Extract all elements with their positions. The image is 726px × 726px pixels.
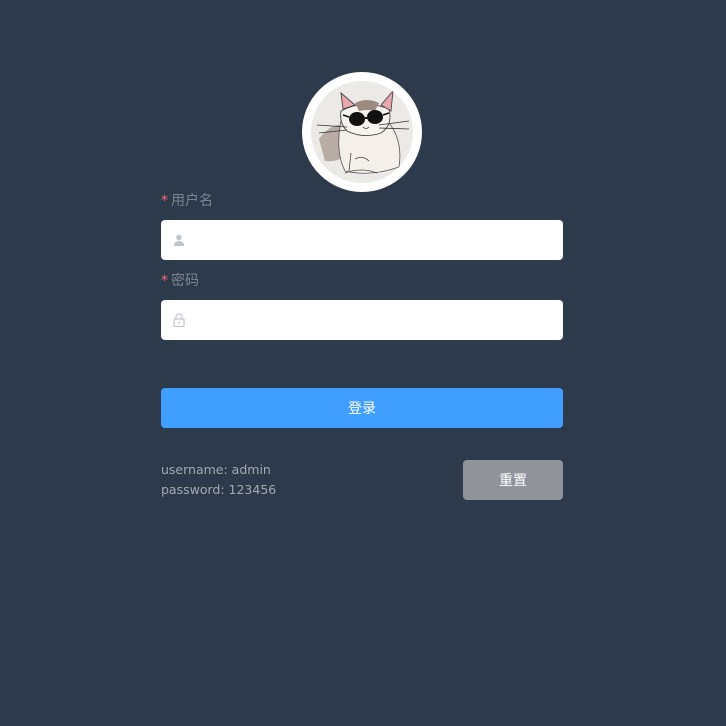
password-label-text: 密码 — [171, 273, 199, 289]
reset-button[interactable]: 重置 — [463, 460, 563, 500]
lock-icon — [161, 313, 197, 327]
username-hint: username: admin — [161, 462, 271, 477]
cat-avatar-image — [311, 81, 413, 183]
required-mark: * — [161, 193, 168, 209]
password-label: * 密码 — [161, 270, 199, 292]
user-icon — [161, 234, 197, 246]
required-mark: * — [161, 273, 168, 289]
username-label-text: 用户名 — [171, 193, 213, 209]
password-input[interactable] — [197, 301, 563, 339]
password-field[interactable] — [161, 300, 563, 340]
username-input[interactable] — [197, 221, 563, 259]
credentials-hint: username: admin password: 123456 — [161, 460, 276, 500]
username-field[interactable] — [161, 220, 563, 260]
login-page: * 用户名 * 密码 登录 username: admin password: … — [0, 0, 726, 726]
avatar — [302, 72, 422, 192]
username-label: * 用户名 — [161, 190, 213, 212]
login-button[interactable]: 登录 — [161, 388, 563, 428]
password-hint: password: 123456 — [161, 482, 277, 497]
